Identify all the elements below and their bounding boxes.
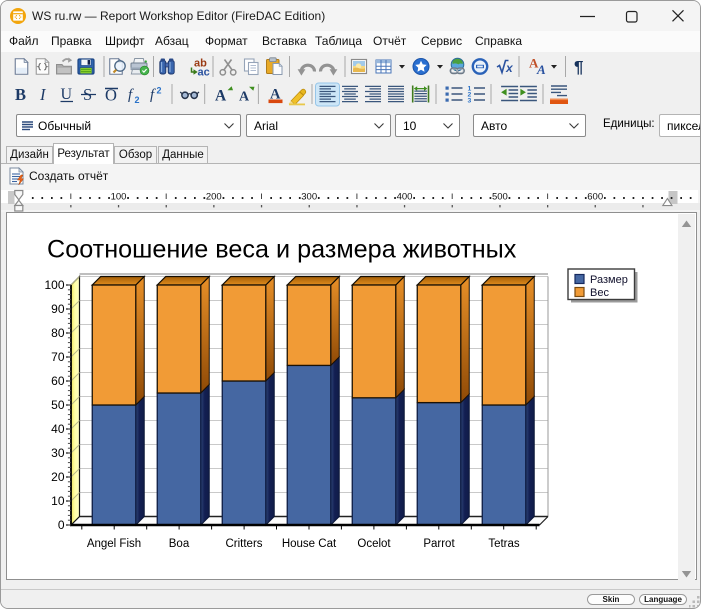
svg-text:A: A [215,88,227,105]
svg-text:House Cat: House Cat [282,538,337,550]
svg-text:¶: ¶ [574,58,583,77]
svg-text:300: 300 [301,192,317,203]
svg-text:0: 0 [58,518,65,532]
svg-text:500: 500 [492,192,508,203]
svg-text:70: 70 [51,350,65,364]
svg-text:90: 90 [51,302,65,316]
svg-text:3: 3 [468,98,472,105]
svg-text:Tetras: Tetras [488,538,520,550]
svg-text:Размер: Размер [590,274,628,286]
svg-text:40: 40 [51,422,65,436]
svg-text:A: A [239,90,250,105]
svg-text:80: 80 [51,326,65,340]
svg-text:100: 100 [44,278,64,292]
svg-text:200: 200 [206,192,222,203]
svg-text:Parrot: Parrot [423,538,455,550]
svg-text:100: 100 [111,192,127,203]
svg-text:f: f [150,87,156,103]
svg-text:A: A [536,62,546,77]
svg-text:2: 2 [157,86,162,96]
svg-text:Соотношение веса и размера жив: Соотношение веса и размера животных [47,236,517,264]
svg-text:x: x [505,61,514,75]
svg-text:U: U [61,86,73,103]
svg-text:Angel Fish: Angel Fish [87,538,141,550]
svg-text:30: 30 [51,446,65,460]
svg-text:ac: ac [198,67,210,79]
svg-text:50: 50 [51,398,65,412]
svg-text:10: 10 [51,494,65,508]
svg-text:B: B [15,85,26,104]
svg-text:Boa: Boa [169,538,190,550]
svg-text:Вес: Вес [590,287,609,299]
svg-text:Ocelot: Ocelot [357,538,391,550]
svg-text:400: 400 [397,192,413,203]
svg-text:2: 2 [135,95,140,105]
svg-text:60: 60 [51,374,65,388]
svg-text:I: I [39,85,47,104]
svg-text:Critters: Critters [225,538,262,550]
svg-text:20: 20 [51,470,65,484]
svg-text:f: f [128,87,134,103]
svg-text:600: 600 [587,192,603,203]
